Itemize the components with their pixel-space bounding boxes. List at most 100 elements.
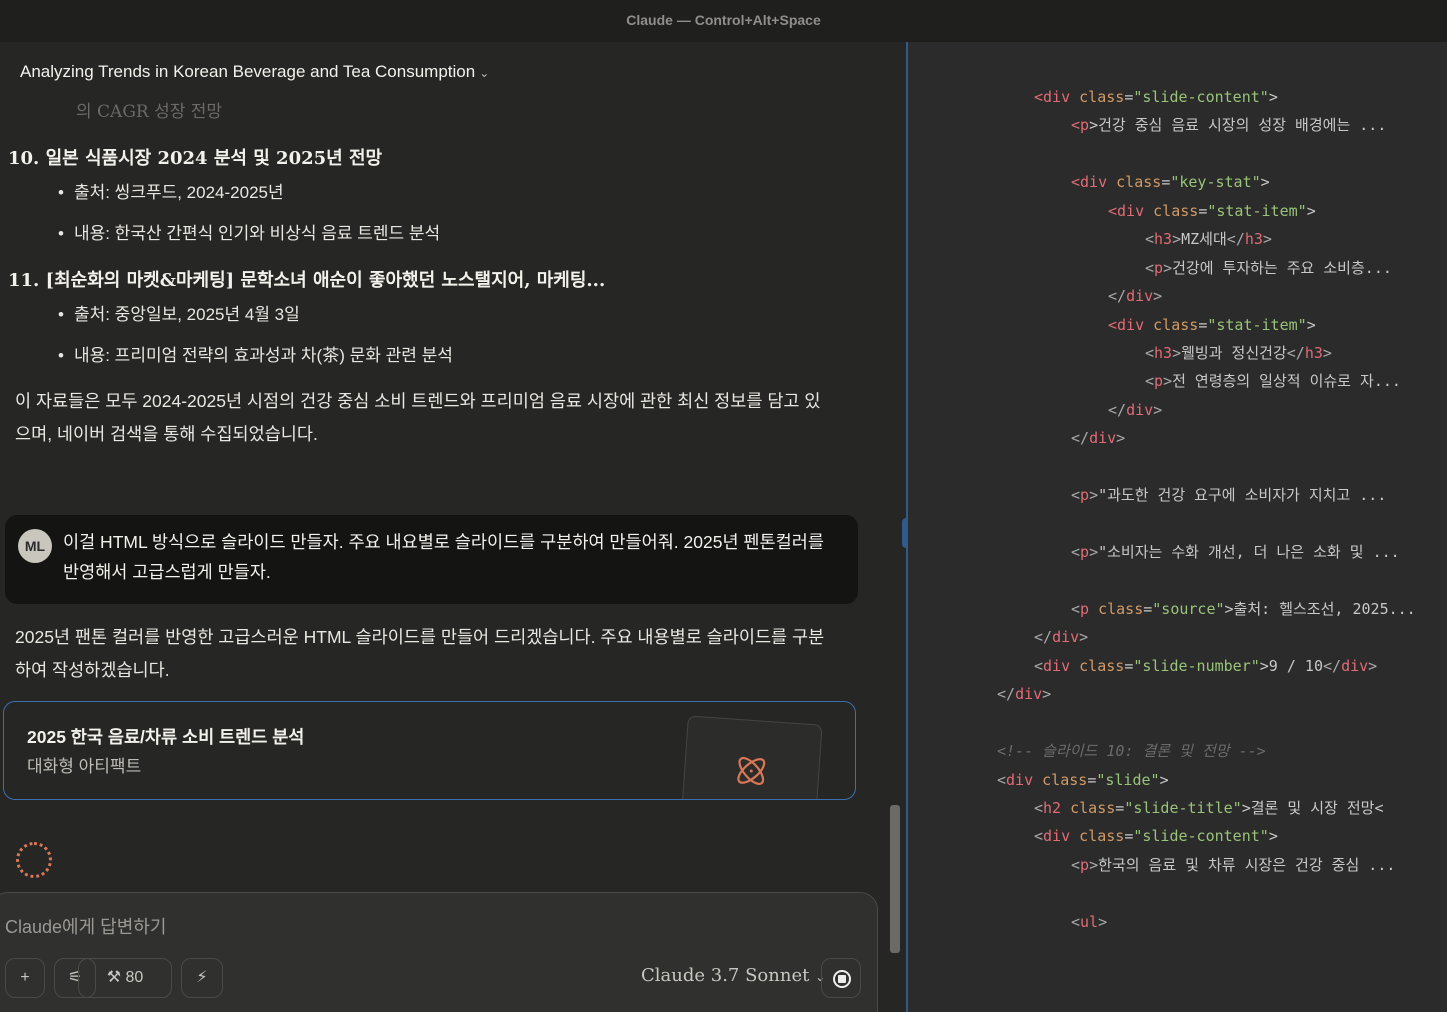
list-item: 출처: 씽크푸드, 2024-2025년 [58,178,284,203]
scrollbar[interactable] [890,805,900,953]
code-token: "source" [1152,599,1225,618]
code-token: h3 [1154,343,1173,362]
code-token: </ [1108,400,1127,419]
code-token: < [1071,855,1081,874]
avatar: ML [18,529,52,563]
code-token: div [1043,656,1080,675]
code-token: = [1198,201,1208,220]
faded-text: 의 CAGR 성장 전망 [76,102,223,122]
code-line: <div class="stat-item"> [997,311,1416,339]
list-item: 내용: 한국산 간편식 인기와 비상식 음료 트렌드 분석 [58,219,440,244]
code-token: 웰빙과 정신건강 [1181,343,1287,362]
code-token: 건강에 투자하는 주요 소비층... [1172,258,1392,277]
code-token: > [1098,912,1108,931]
stop-button[interactable] [821,958,861,998]
code-token: > [1089,486,1099,505]
atom-icon [737,756,766,785]
code-token: </ [1034,628,1053,647]
code-token: class [1079,88,1125,106]
code-token: > [1268,88,1278,106]
code-token: < [1145,230,1155,249]
chat-panel: Analyzing Trends in Korean Beverage and … [0,42,906,1012]
list-item: 내용: 프리미엄 전략의 효과성과 차(茶) 문화 관련 분석 [58,341,453,366]
code-token: class [1042,770,1088,789]
code-token: < [1145,258,1155,277]
code-token: <div [1108,315,1154,334]
code-token: p [1080,486,1090,505]
integrations-button[interactable]: ⚡ [181,958,223,998]
code-line: </div> [997,396,1416,424]
code-token: < [1071,543,1081,561]
code-token: < [1145,372,1155,391]
code-token: = [1161,173,1171,192]
user-message-text: 이걸 HTML 방식으로 슬라이드 만들자. 주요 내요별로 슬라이드를 구분하… [63,532,824,582]
artifact-title: 2025 한국 음료/차류 소비 트렌드 분석 [27,727,305,747]
code-token: <div [1108,201,1154,220]
window-titlebar: Claude — Control+Alt+Space [0,0,1447,42]
code-token: p [1154,372,1164,391]
code-token: "stat-item" [1207,315,1307,334]
code-token: "소비자는 수화 개선, 더 나은 소화 및 ... [1098,543,1400,561]
code-token: 전 연령층의 일상적 이슈로 자... [1172,372,1401,391]
code-token: </ [1108,287,1127,306]
code-line: </div> [997,424,1416,452]
code-token: "과도한 건강 요구에 소비자가 지치고 ... [1098,486,1387,505]
code-token: > [1260,173,1270,192]
list-heading: 11. [최순화의 마켓&마케팅] 문학소녀 애순이 좋아했던 노스탤지어, 마… [8,270,606,291]
code-token: > [1042,685,1052,704]
code-token: > [1322,343,1332,362]
code-token: > [1089,543,1099,561]
code-token: > [1306,315,1316,334]
hammer-icon: ⚒ [106,969,122,986]
add-button[interactable]: + [5,958,45,998]
code-token: > [1262,230,1272,249]
code-line: <p>한국의 음료 및 차류 시장은 건강 중심 ... [997,851,1416,879]
code-token: div [1341,656,1369,675]
code-token: class [1079,656,1125,675]
code-token: < [997,770,1007,789]
code-line: <p>건강 중심 음료 시장의 성장 배경에는 ... [997,111,1416,139]
code-token: > [1306,201,1316,220]
conversation-title: Analyzing Trends in Korean Beverage and … [20,62,476,81]
code-token: p [1154,258,1164,277]
conversation-title-menu[interactable]: Analyzing Trends in Korean Beverage and … [20,62,489,82]
code-token: < [1071,486,1081,505]
code-token: </ [1286,343,1305,362]
code-token: "stat-item" [1207,201,1307,220]
code-token: </ [997,685,1016,704]
chevron-down-icon: ⌄ [479,66,490,80]
code-token: = [1198,315,1208,334]
code-token: < [1071,912,1081,931]
code-token: div [1043,827,1080,846]
code-token: = [1124,827,1134,846]
code-token: < [1145,343,1155,362]
code-token: > [1079,628,1089,647]
code-token: > [1089,855,1099,874]
code-line: </div> [997,623,1416,651]
code-token: h2 [1043,798,1071,817]
code-line: <p>전 연령층의 일상적 이슈로 자... [997,367,1416,395]
code-line: <p>"과도한 건강 요구에 소비자가 지치고 ... [997,481,1416,509]
plus-icon: + [20,969,30,986]
code-token: MZ세대 [1181,230,1227,249]
code-token: = [1087,770,1097,789]
model-selector[interactable]: Claude 3.7 Sonnet ⌄ [641,965,825,986]
code-token: > [1268,827,1278,846]
code-line: <p>"소비자는 수화 개선, 더 나은 소화 및 ... [997,538,1416,566]
code-line: <p>건강에 투자하는 주요 소비층... [997,254,1416,282]
artifact-card[interactable]: 2025 한국 음료/차류 소비 트렌드 분석 대화형 아티팩트 [3,701,856,800]
code-token: < [1071,599,1081,618]
code-line: <div class="key-stat"> [997,168,1416,196]
code-token: h3 [1154,230,1173,249]
code-token: >출처: 헬스조선, 2025... [1224,599,1416,618]
user-message: ML 이걸 HTML 방식으로 슬라이드 만들자. 주요 내요별로 슬라이드를 … [5,515,858,604]
code-token: > [1163,258,1173,277]
code-line: <!-- 슬라이드 10: 결론 및 전망 --> [997,737,1416,765]
code-token: = [1124,88,1134,106]
code-token: <!-- 슬라이드 10: 결론 및 전망 --> [997,742,1266,761]
reply-input[interactable]: Claude에게 답변하기 [5,913,166,939]
tools-button[interactable]: ⚒ 80 [78,958,172,998]
